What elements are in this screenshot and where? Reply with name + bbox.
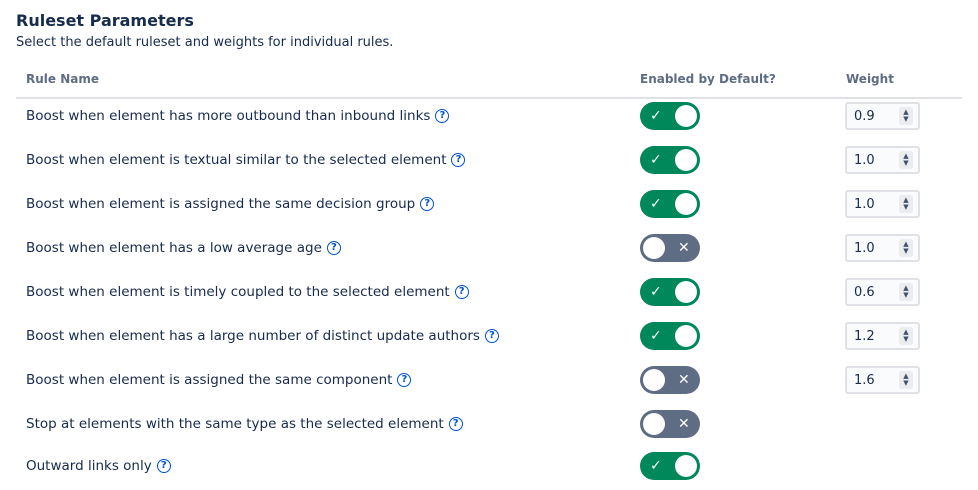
enabled-toggle[interactable]: ✓ [640,146,700,174]
question-circle-icon[interactable]: ? [397,373,412,387]
toggle-knob [675,105,697,127]
rule-row: Boost when element has a large number of… [0,314,978,358]
weight-input[interactable]: 1.0 ▲ ▼ [845,190,920,218]
toggle-knob [643,369,665,391]
rule-label: Boost when element has a large number of… [26,314,499,358]
weight-input[interactable]: 0.6 ▲ ▼ [845,278,920,306]
rule-row: Stop at elements with the same type as t… [0,402,978,446]
check-icon: ✓ [650,196,662,212]
rule-row: Boost when element has more outbound tha… [0,94,978,138]
weight-value: 1.2 [854,329,875,344]
rule-row: Boost when element has a low average age… [0,226,978,270]
weight-value: 1.6 [854,373,875,388]
rule-label: Boost when element is timely coupled to … [26,270,469,314]
check-icon: ✓ [650,152,662,168]
weight-input[interactable]: 1.6 ▲ ▼ [845,366,920,394]
weight-value: 1.0 [854,241,875,256]
question-circle-icon[interactable]: ? [156,459,171,473]
rule-name-text: Boost when element is textual similar to… [26,152,447,168]
check-icon: ✓ [650,284,662,300]
toggle-knob [675,193,697,215]
section-title: Ruleset Parameters [16,11,194,30]
rule-row: Outward links only? ✓ [0,444,978,488]
rule-name-text: Boost when element is assigned the same … [26,372,393,388]
toggle-knob [675,149,697,171]
rule-row: Boost when element is assigned the same … [0,358,978,402]
column-header-rule-name: Rule Name [26,72,99,86]
section-subtitle: Select the default ruleset and weights f… [16,35,394,50]
toggle-knob [643,237,665,259]
question-circle-icon[interactable]: ? [451,153,466,167]
question-circle-icon[interactable]: ? [448,417,463,431]
rule-name-text: Boost when element has more outbound tha… [26,108,431,124]
rule-label: Outward links only? [26,444,171,488]
rule-row: Boost when element is timely coupled to … [0,270,978,314]
weight-input[interactable]: 1.0 ▲ ▼ [845,146,920,174]
enabled-toggle[interactable]: ✕ [640,366,700,394]
cross-icon: ✕ [678,372,690,388]
enabled-toggle[interactable]: ✓ [640,102,700,130]
weight-input[interactable]: 0.9 ▲ ▼ [845,102,920,130]
enabled-toggle[interactable]: ✓ [640,322,700,350]
column-header-weight: Weight [846,72,894,86]
enabled-toggle[interactable]: ✓ [640,190,700,218]
chevron-up-down-icon[interactable]: ▲ ▼ [899,107,913,125]
rule-name-text: Boost when element is assigned the same … [26,196,416,212]
chevron-up-down-icon[interactable]: ▲ ▼ [899,195,913,213]
rule-label: Boost when element has a low average age… [26,226,341,270]
chevron-up-down-icon[interactable]: ▲ ▼ [899,327,913,345]
rule-name-text: Boost when element has a low average age [26,240,322,256]
enabled-toggle[interactable]: ✕ [640,410,700,438]
weight-value: 1.0 [854,197,875,212]
toggle-knob [643,413,665,435]
question-circle-icon[interactable]: ? [420,197,435,211]
check-icon: ✓ [650,108,662,124]
rule-label: Stop at elements with the same type as t… [26,402,463,446]
rule-row: Boost when element is assigned the same … [0,182,978,226]
rule-name-text: Outward links only [26,458,152,474]
question-circle-icon[interactable]: ? [435,109,450,123]
chevron-up-down-icon[interactable]: ▲ ▼ [899,371,913,389]
weight-input[interactable]: 1.0 ▲ ▼ [845,234,920,262]
chevron-up-down-icon[interactable]: ▲ ▼ [899,283,913,301]
enabled-toggle[interactable]: ✓ [640,278,700,306]
toggle-knob [675,325,697,347]
rule-label: Boost when element has more outbound tha… [26,94,450,138]
check-icon: ✓ [650,458,662,474]
column-header-enabled: Enabled by Default? [640,72,776,86]
weight-input[interactable]: 1.2 ▲ ▼ [845,322,920,350]
enabled-toggle[interactable]: ✕ [640,234,700,262]
toggle-knob [675,455,697,477]
weight-value: 0.6 [854,285,875,300]
rule-row: Boost when element is textual similar to… [0,138,978,182]
rule-label: Boost when element is assigned the same … [26,182,435,226]
question-circle-icon[interactable]: ? [454,285,469,299]
question-circle-icon[interactable]: ? [326,241,341,255]
rule-name-text: Stop at elements with the same type as t… [26,416,444,432]
weight-value: 0.9 [854,109,875,124]
chevron-up-down-icon[interactable]: ▲ ▼ [899,239,913,257]
rule-name-text: Boost when element has a large number of… [26,328,480,344]
enabled-toggle[interactable]: ✓ [640,452,700,480]
cross-icon: ✕ [678,240,690,256]
rule-label: Boost when element is textual similar to… [26,138,466,182]
rule-name-text: Boost when element is timely coupled to … [26,284,450,300]
weight-value: 1.0 [854,153,875,168]
cross-icon: ✕ [678,416,690,432]
question-circle-icon[interactable]: ? [484,329,499,343]
rule-label: Boost when element is assigned the same … [26,358,412,402]
toggle-knob [675,281,697,303]
chevron-up-down-icon[interactable]: ▲ ▼ [899,151,913,169]
check-icon: ✓ [650,328,662,344]
